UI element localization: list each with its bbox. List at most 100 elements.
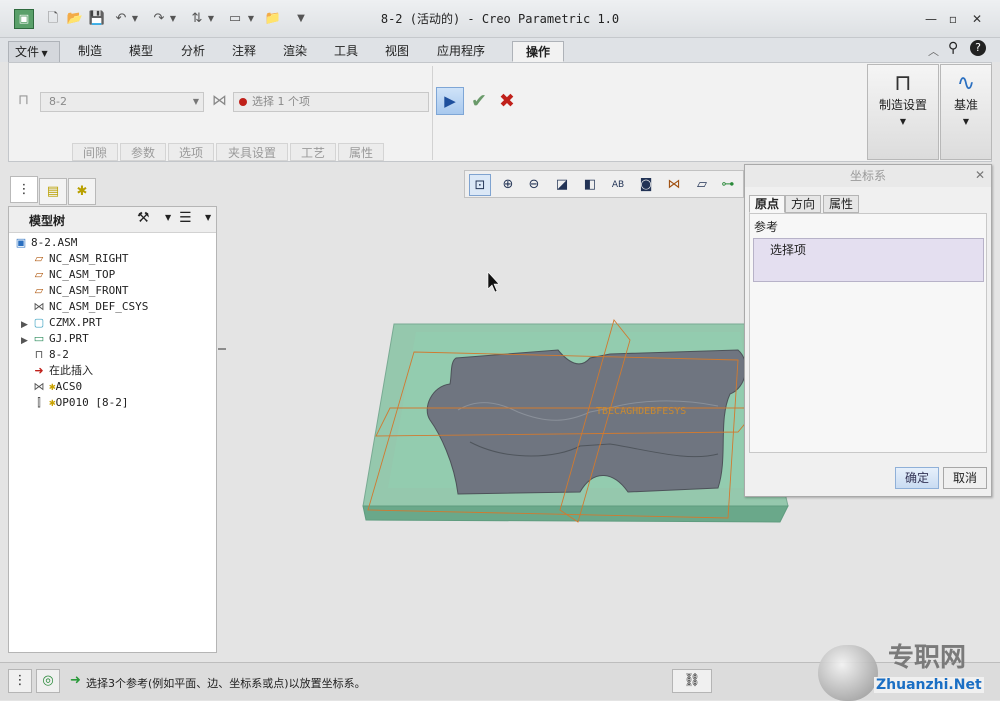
part-icon: ▢ xyxy=(33,316,45,329)
tab-annotate[interactable]: 注释 xyxy=(226,41,262,62)
ribbon-divider xyxy=(432,66,433,160)
mfg-setup-button[interactable]: ⊓ 制造设置 ▼ xyxy=(867,64,939,160)
tab-file[interactable]: 文件 ▼ xyxy=(8,41,60,62)
csys-collector[interactable]: 选择 1 个项 xyxy=(233,92,429,112)
ok-button[interactable]: 确定 xyxy=(895,467,939,489)
csys-collector-text: 选择 1 个项 xyxy=(252,95,310,108)
new-item-star-icon: ✱ xyxy=(49,396,56,409)
tree-item-datum-top[interactable]: ▱ NC_ASM_TOP xyxy=(31,267,115,283)
assembly-icon: ▣ xyxy=(15,236,27,249)
dialog-tab-properties[interactable]: 属性 xyxy=(823,195,860,213)
references-label: 参考 xyxy=(754,220,779,234)
help-icon[interactable]: ? xyxy=(970,40,986,56)
tab-tools[interactable]: 工具 xyxy=(328,41,364,62)
confirm-button[interactable]: ✔ xyxy=(467,88,491,114)
tree-item-def-csys[interactable]: ⋈ NC_ASM_DEF_CSYS xyxy=(31,299,149,315)
operation-icon: ⫿ xyxy=(37,396,41,409)
minimize-icon[interactable]: — xyxy=(922,10,940,28)
find-icon[interactable]: ⛓ xyxy=(672,669,712,693)
model-tree-tab-icon[interactable]: ⋮ xyxy=(10,176,38,203)
references-placeholder: 选择项 xyxy=(770,243,807,257)
tree-item-datum-front[interactable]: ▱ NC_ASM_FRONT xyxy=(31,283,129,299)
soccer-ball-logo-icon xyxy=(818,645,878,701)
tree-item-datum-right[interactable]: ▱ NC_ASM_RIGHT xyxy=(31,251,129,267)
annotation-display-icon[interactable]: ▱ xyxy=(691,174,713,196)
zoom-out-icon[interactable]: ⊖ xyxy=(523,174,545,196)
tree-item-part-gj[interactable]: ▭ GJ.PRT xyxy=(31,331,89,347)
chevron-down-icon[interactable]: ▼ xyxy=(205,213,211,222)
workcell-select[interactable]: 8-2 ▼ xyxy=(40,92,204,112)
model-tree-panel: 模型树 ⚒ ▼ ☰ ▼ ▣ 8-2.ASM ▱ NC_ASM_RIGHT ▱ NC_A… xyxy=(8,206,217,653)
dialog-title: 坐标系 xyxy=(745,165,991,187)
datum-plane-icon: ▱ xyxy=(34,284,44,297)
references-collector[interactable]: 选择项 xyxy=(753,238,984,282)
csys-icon: ⋈ xyxy=(212,91,227,109)
workpiece-front-face xyxy=(362,505,789,523)
tab-analysis[interactable]: 分析 xyxy=(175,41,211,62)
tab-render[interactable]: 渲染 xyxy=(277,41,313,62)
dialog-cancel-button[interactable]: 取消 xyxy=(943,467,987,489)
dialog-tab-orientation[interactable]: 方向 xyxy=(785,195,822,213)
required-marker-icon xyxy=(239,98,247,106)
search-icon[interactable]: ⚲ xyxy=(948,40,958,56)
spin-center-icon[interactable]: ⊶ xyxy=(717,174,739,196)
mfg-setup-icon: ⊓ xyxy=(894,71,912,96)
workcell-icon: ⊓ xyxy=(34,348,44,361)
datum-display-icon[interactable]: ⋈ xyxy=(663,174,685,196)
csys-icon: ⋈ xyxy=(33,380,45,393)
tree-item-acs0[interactable]: ⋈ ✱ACS0 xyxy=(31,379,83,395)
cancel-button[interactable]: ✖ xyxy=(495,88,519,114)
folder-browser-tab-icon[interactable]: ▤ xyxy=(39,178,67,205)
maximize-icon[interactable]: ▫ xyxy=(944,10,962,28)
view-manager-icon[interactable]: ◙ xyxy=(635,174,657,196)
tab-applications[interactable]: 应用程序 xyxy=(431,41,491,62)
display-style-icon[interactable]: ◧ xyxy=(579,174,601,196)
refit-icon[interactable]: ⊡ xyxy=(469,174,491,196)
tab-manufacturing[interactable]: 制造 xyxy=(72,41,108,62)
status-message: 选择3个参考(例如平面、边、坐标系或点)以放置坐标系。 xyxy=(86,677,366,690)
csys-icon: ⋈ xyxy=(33,300,45,313)
tab-view[interactable]: 视图 xyxy=(379,41,415,62)
subtab-options[interactable]: 选项 xyxy=(168,143,214,161)
tree-item-part-czmx[interactable]: ▢ CZMX.PRT xyxy=(31,315,102,331)
chevron-down-icon[interactable]: ▼ xyxy=(165,213,171,222)
tree-item-op010[interactable]: ⫿ ✱OP010 [8-2] xyxy=(31,395,128,411)
repaint-icon[interactable]: ◪ xyxy=(551,174,573,196)
tree-columns-icon[interactable]: ☰ xyxy=(179,210,192,226)
subtab-clearance[interactable]: 间隙 xyxy=(72,143,118,161)
insert-arrow-icon: ➜ xyxy=(34,364,44,377)
datum-button[interactable]: ∿ 基准 ▼ xyxy=(940,64,992,160)
dialog-tab-origin[interactable]: 原点 xyxy=(749,195,786,213)
toggle-navigator-icon[interactable]: ⋮ xyxy=(8,669,32,693)
model-datum-label: TBECAGHDEBFESYS xyxy=(596,406,686,417)
toggle-browser-icon[interactable]: ◎ xyxy=(36,669,60,693)
dialog-close-icon[interactable]: ✕ xyxy=(975,168,985,182)
play-button[interactable]: ▶ xyxy=(436,87,464,115)
datum-label: 基准 xyxy=(953,98,978,112)
dialog-tab-panel: 参考 选择项 xyxy=(749,213,987,453)
ribbon-tab-row: 文件 ▼ 制造 模型 分析 注释 渲染 工具 视图 应用程序 操作 ︿ ⚲ ? xyxy=(0,38,1000,62)
subtab-properties[interactable]: 属性 xyxy=(338,143,384,161)
saved-views-icon[interactable]: AB xyxy=(607,174,629,196)
status-bar: ⋮ ◎ ➜ 选择3个参考(例如平面、边、坐标系或点)以放置坐标系。 ⛓ 专职网 … xyxy=(0,643,1000,701)
part-icon: ▭ xyxy=(33,332,45,345)
subtab-parameters[interactable]: 参数 xyxy=(120,143,166,161)
subtab-process[interactable]: 工艺 xyxy=(290,143,336,161)
close-icon[interactable]: ✕ xyxy=(968,10,986,28)
tab-operation[interactable]: 操作 xyxy=(512,41,564,62)
tab-model[interactable]: 模型 xyxy=(123,41,159,62)
subtab-fixture-setup[interactable]: 夹具设置 xyxy=(216,143,288,161)
tree-item-workcell[interactable]: ⊓ 8-2 xyxy=(31,347,69,363)
tree-item-assembly[interactable]: ▣ 8-2.ASM xyxy=(13,235,78,251)
part-body xyxy=(426,349,747,495)
expand-arrow-icon[interactable]: ▶ xyxy=(21,336,28,346)
collapse-ribbon-icon[interactable]: ︿ xyxy=(928,43,939,59)
tree-settings-icon[interactable]: ⚒ xyxy=(137,210,150,226)
tree-item-insert-here[interactable]: ➜ 在此插入 xyxy=(31,363,93,379)
model-tree-header: 模型树 ⚒ ▼ ☰ ▼ xyxy=(9,207,216,233)
watermark-url: Zhuanzhi.Net xyxy=(874,677,984,693)
workcell-icon: ⊓ xyxy=(18,92,29,108)
expand-arrow-icon[interactable]: ▶ xyxy=(21,320,28,330)
favorites-tab-icon[interactable]: ✱ xyxy=(68,178,96,205)
zoom-in-icon[interactable]: ⊕ xyxy=(497,174,519,196)
